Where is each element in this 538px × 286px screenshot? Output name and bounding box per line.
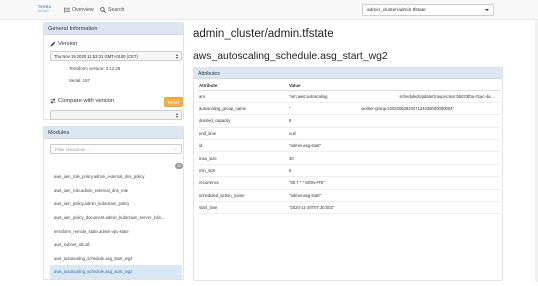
table-row: scheduled_action_name "admin-asg-start" [198, 189, 500, 203]
nav-overview-link[interactable]: Overview [64, 4, 94, 16]
attribute-name: end_time [198, 127, 288, 141]
table-row: start_time "2020-11-20T07:30:00Z" [198, 201, 500, 215]
attribute-value: " worker-group-22020062820471244360000000… [288, 102, 500, 116]
module-item[interactable]: aws_iam_policy.admin_kube2iam_policy [50, 197, 182, 211]
module-list: aws_iam_role_policy.admin_external_dns_p… [50, 170, 182, 279]
table-row: id "admin-asg-start" [198, 139, 500, 153]
state-file-select[interactable]: admin_cluster/admin.tfstate [362, 4, 494, 16]
list-icon [64, 7, 70, 13]
attribute-value: 8 [288, 114, 500, 128]
attribute-value: "30 7 * * MON-FRI" [288, 176, 500, 190]
attribute-name: autoscaling_group_name [198, 102, 288, 116]
attribute-name: max_size [198, 151, 288, 165]
module-item[interactable]: aws_subnet_ids.all [50, 238, 182, 252]
version-label-text: Version [58, 41, 78, 47]
pencil-icon [50, 41, 56, 47]
search-icon [100, 7, 106, 13]
nav-search-label: Search [108, 7, 125, 13]
modules-panel: Modules Filter resources... × 40 aws_iam… [43, 126, 184, 280]
attributes-heading: Attributes [194, 68, 502, 79]
select-arrows-icon [176, 112, 178, 118]
table-row: arn "arn:aws:autoscaling scheduledUpdateG… [198, 90, 500, 103]
table-row: min_size 8 [198, 164, 500, 178]
compare-label-text: Compare with version [58, 98, 115, 104]
module-item[interactable]: aws_iam_policy_document.admin_kube2iam_s… [50, 211, 182, 225]
compare-version-select[interactable] [50, 110, 182, 120]
table-row: recurrence "30 7 * * MON-FRI" [198, 176, 500, 190]
column-header-attribute: Attribute [198, 81, 288, 91]
nav-search-link[interactable]: Search [100, 4, 124, 16]
chevron-down-icon [485, 9, 489, 11]
version-select[interactable]: Thu Nov 19 2020 11:53:31 GMT+0100 (CET) [50, 51, 182, 61]
module-item[interactable]: aws_autoscaling_schedule.asg_start_wg4 [50, 252, 182, 266]
table-row: desired_capacity 8 [198, 114, 500, 128]
module-item[interactable]: aws_iam_role.admin_external_dns_role [50, 184, 182, 198]
brand-line2: BOARD [38, 9, 49, 13]
attribute-value-part: scheduledUpdateGroupAction:bb033f0a-31ac… [399, 93, 494, 99]
nav-overview-label: Overview [72, 7, 94, 13]
state-file-title: admin_cluster/admin.tfstate [193, 28, 334, 40]
attribute-value: "arn:aws:autoscaling scheduledUpdateGroup… [288, 90, 500, 103]
module-item-active[interactable]: aws_autoscaling_schedule.asg_start_wg2 [50, 265, 182, 279]
resource-count-badge: 40 [175, 163, 183, 169]
attribute-name: min_size [198, 164, 288, 178]
module-item[interactable]: terraform_remote_state.admin-vpc-state [50, 224, 182, 238]
table-row: max_size 30 [198, 151, 500, 165]
attribute-name: desired_capacity [198, 114, 288, 128]
attribute-name: scheduled_action_name [198, 189, 288, 203]
attribute-value: "admin-asg-start" [288, 189, 500, 203]
filter-resources-input[interactable]: Filter resources... × [50, 144, 182, 154]
filter-placeholder: Filter resources... [55, 146, 89, 152]
table-row: end_time null [198, 127, 500, 141]
state-file-selected: admin_cluster/admin.tfstate [367, 7, 426, 13]
attributes-header-row: Attribute Value [198, 81, 500, 91]
general-information-heading: General Information [44, 23, 183, 35]
attribute-name: arn [198, 90, 288, 103]
version-selected: Thu Nov 19 2020 11:53:31 GMT+0100 (CET) [54, 53, 138, 59]
attribute-value-part: "arn:aws:autoscaling [289, 93, 328, 99]
terraform-version: Terraform version: 0.12.28 [69, 66, 121, 71]
attribute-value: 8 [288, 164, 500, 178]
version-label: Version [50, 41, 77, 47]
column-header-value: Value [288, 81, 500, 91]
attributes-panel: Attributes Attribute Value arn "arn:aws:… [193, 67, 503, 281]
top-navbar: TERRA BOARD Overview Search admin_cluste… [0, 0, 538, 20]
select-arrows-icon [176, 53, 178, 59]
attribute-name: recurrence [198, 176, 288, 190]
attribute-value-part: worker-group-220200628204712443600000000… [361, 106, 454, 112]
resource-title: aws_autoscaling_schedule.asg_start_wg2 [193, 51, 388, 62]
attribute-value-part: " [289, 106, 291, 112]
clear-filter-icon[interactable]: × [174, 147, 177, 152]
serial-number: Serial: 157 [69, 78, 90, 83]
module-item[interactable]: aws_iam_role_policy.admin_external_dns_p… [50, 170, 182, 184]
table-row: autoscaling_group_name " worker-group-220… [198, 102, 500, 116]
compare-label: Compare with version [50, 98, 114, 104]
attribute-value: "admin-asg-start" [288, 139, 500, 153]
attributes-table: Attribute Value arn "arn:aws:autoscaling… [198, 81, 500, 215]
modules-heading: Modules [44, 127, 183, 139]
brand-logo[interactable]: TERRA BOARD [38, 5, 56, 15]
attribute-value: "2020-11-20T07:30:00Z" [288, 201, 500, 215]
attribute-name: start_time [198, 201, 288, 215]
attribute-value: null [288, 127, 500, 141]
attribute-value: 30 [288, 151, 500, 165]
reset-button[interactable]: Reset [164, 97, 183, 107]
attribute-name: id [198, 139, 288, 153]
general-information-panel: General Information Version Thu Nov 19 2… [43, 22, 184, 120]
swap-arrows-icon [50, 98, 56, 104]
